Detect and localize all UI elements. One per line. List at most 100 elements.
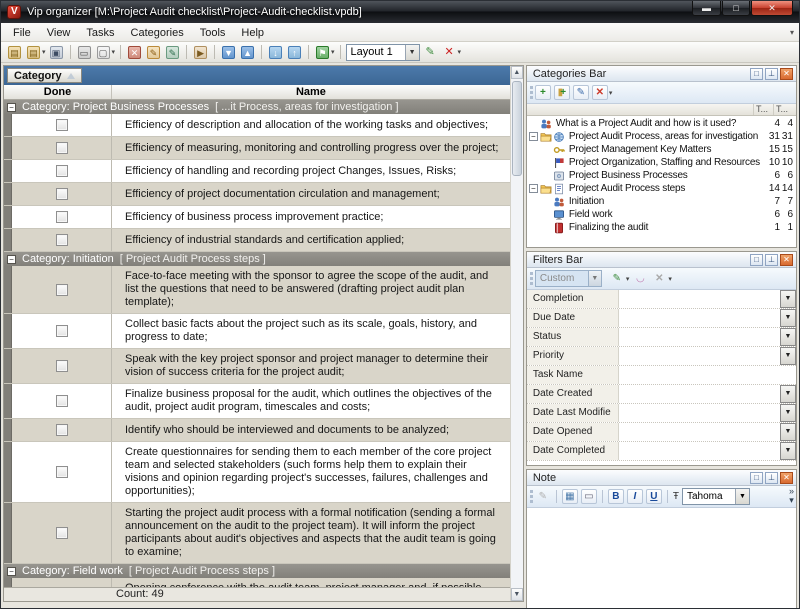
table-row[interactable]: Efficiency of industrial standards and c…	[4, 229, 510, 252]
filter-dropdown-icon[interactable]: ▼	[780, 290, 796, 308]
toolbar-options-icon[interactable]: ▾	[609, 89, 613, 97]
table-row[interactable]: Efficiency of measuring, monitoring and …	[4, 137, 510, 160]
task-checkbox[interactable]	[56, 325, 68, 337]
tree-item[interactable]: Finalizing the audit11	[527, 221, 796, 234]
insert-image-icon[interactable]: ▦	[562, 489, 578, 504]
layout-select[interactable]: Layout 1▼	[346, 44, 420, 61]
category-group-header[interactable]: −Category: Initiation[ Project Audit Pro…	[4, 252, 510, 266]
task-checkbox[interactable]	[56, 527, 68, 539]
menu-item-tools[interactable]: Tools	[192, 25, 234, 41]
remove-filter-icon[interactable]: ✕	[651, 271, 667, 286]
column-header-done[interactable]: Done	[4, 85, 112, 99]
minimize-button[interactable]: ▬	[692, 1, 721, 16]
panel-pin-icon[interactable]: ⊥	[765, 68, 778, 80]
menu-item-help[interactable]: Help	[233, 25, 272, 41]
menu-item-categories[interactable]: Categories	[123, 25, 192, 41]
task-checkbox[interactable]	[56, 466, 68, 478]
move-up-button[interactable]: ▲	[239, 44, 256, 60]
bold-button[interactable]: B	[608, 489, 624, 504]
table-row[interactable]: Efficiency of description and allocation…	[4, 114, 510, 137]
filter-value-field[interactable]	[619, 290, 780, 308]
chevron-down-icon[interactable]: ▼	[405, 45, 419, 60]
filter-value-field[interactable]	[619, 328, 780, 346]
tree-item[interactable]: Field work66	[527, 208, 796, 221]
filter-dropdown-icon[interactable]: ▼	[780, 442, 796, 460]
task-checkbox[interactable]	[56, 284, 68, 296]
table-row[interactable]: Starting the project audit process with …	[4, 503, 510, 564]
panel-maximize-icon[interactable]: □	[750, 254, 763, 266]
table-row[interactable]: Finalize business proposal for the audit…	[4, 384, 510, 419]
edit-filter-icon[interactable]: ✎	[609, 271, 625, 286]
task-checkbox[interactable]	[56, 119, 68, 131]
table-row[interactable]: Identify who should be interviewed and d…	[4, 419, 510, 442]
toolbar-options-icon[interactable]: ▾	[668, 275, 672, 283]
delete-category-button[interactable]: ✕	[592, 85, 608, 100]
table-row[interactable]: Speak with the key project sponsor and p…	[4, 349, 510, 384]
category-group-header[interactable]: −Category: Field work[ Project Audit Pro…	[4, 564, 510, 578]
menu-item-file[interactable]: File	[5, 25, 39, 41]
edit-note-icon[interactable]: ✎	[535, 489, 551, 504]
chevron-down-icon[interactable]: ▾	[626, 275, 630, 283]
edit-layout-button[interactable]: ✎	[422, 44, 439, 60]
chevron-down-icon[interactable]: ▾	[458, 48, 462, 56]
table-row[interactable]: Face-to-face meeting with the sponsor to…	[4, 266, 510, 314]
delete-layout-button[interactable]: ✕	[441, 44, 458, 60]
collapse-icon[interactable]: −	[529, 184, 538, 193]
chevron-down-icon[interactable]: ▾	[112, 48, 116, 56]
edit-pencil-button[interactable]: ✎	[145, 44, 162, 60]
task-checkbox[interactable]	[56, 395, 68, 407]
chevron-down-icon[interactable]: ▼	[588, 271, 601, 286]
maximize-button[interactable]: □	[722, 1, 750, 16]
font-select[interactable]: Tahoma ▼	[682, 488, 750, 505]
note-content[interactable]	[527, 508, 796, 608]
edit-category-button[interactable]: ✎	[573, 85, 589, 100]
notes-flag-button[interactable]: ⚑	[314, 44, 331, 60]
move-down-button[interactable]: ▼	[220, 44, 237, 60]
quill-button[interactable]: ✎	[164, 44, 181, 60]
filter-value-field[interactable]	[619, 442, 780, 460]
filter-dropdown-icon[interactable]: ▼	[780, 309, 796, 327]
expand-all-button[interactable]: ↓	[267, 44, 284, 60]
table-row[interactable]: Efficiency of handling and recording pro…	[4, 160, 510, 183]
task-checkbox[interactable]	[56, 188, 68, 200]
collapse-icon[interactable]: −	[7, 567, 16, 576]
toolbar-overflow-icon[interactable]: »▾	[789, 487, 794, 505]
filter-dropdown-icon[interactable]: ▼	[780, 404, 796, 422]
recycle-button[interactable]: ✕	[126, 44, 143, 60]
tree-item[interactable]: What is a Project Audit and how is it us…	[527, 117, 796, 130]
collapse-icon[interactable]: −	[529, 132, 538, 141]
print-note-icon[interactable]: ▭	[581, 489, 597, 504]
table-row[interactable]: Opening conference with the audit team, …	[4, 578, 510, 587]
table-row[interactable]: Efficiency of project documentation circ…	[4, 183, 510, 206]
print-button[interactable]: ▭	[76, 44, 93, 60]
filter-value-field[interactable]	[619, 366, 796, 384]
table-row[interactable]: Collect basic facts about the project su…	[4, 314, 510, 349]
column-header-name[interactable]: Name	[112, 85, 510, 99]
scroll-down-icon[interactable]: ▼	[511, 588, 523, 601]
filter-dropdown-icon[interactable]: ▼	[780, 347, 796, 365]
filter-dropdown-icon[interactable]: ▼	[780, 423, 796, 441]
collapse-all-button[interactable]: ↑	[286, 44, 303, 60]
table-row[interactable]: Efficiency of business process improveme…	[4, 206, 510, 229]
tree-item[interactable]: Project Organization, Staffing and Resou…	[527, 156, 796, 169]
task-checkbox[interactable]	[56, 424, 68, 436]
print-preview-button[interactable]: ▢	[95, 44, 112, 60]
new-category-button[interactable]: +	[535, 85, 551, 100]
filter-value-field[interactable]	[619, 404, 780, 422]
task-checkbox[interactable]	[56, 360, 68, 372]
task-checkbox[interactable]	[56, 211, 68, 223]
menu-overflow-icon[interactable]: ▾	[790, 28, 794, 37]
panel-close-icon[interactable]: ✕	[780, 472, 793, 484]
panel-maximize-icon[interactable]: □	[750, 472, 763, 484]
table-row[interactable]: Create questionnaires for sending them t…	[4, 442, 510, 503]
scrollbar-thumb[interactable]	[512, 81, 522, 176]
chevron-down-icon[interactable]: ▼	[735, 489, 749, 504]
chevron-down-icon[interactable]: ▾	[42, 48, 46, 56]
task-checkbox[interactable]	[56, 142, 68, 154]
tree-item[interactable]: Project Management Key Matters1515	[527, 143, 796, 156]
filter-value-field[interactable]	[619, 347, 780, 365]
close-button[interactable]: ✕	[751, 1, 793, 16]
collapse-icon[interactable]: −	[7, 103, 16, 112]
filter-preset-select[interactable]: Custom ▼	[535, 270, 602, 287]
share-hand-button[interactable]: ▶	[192, 44, 209, 60]
